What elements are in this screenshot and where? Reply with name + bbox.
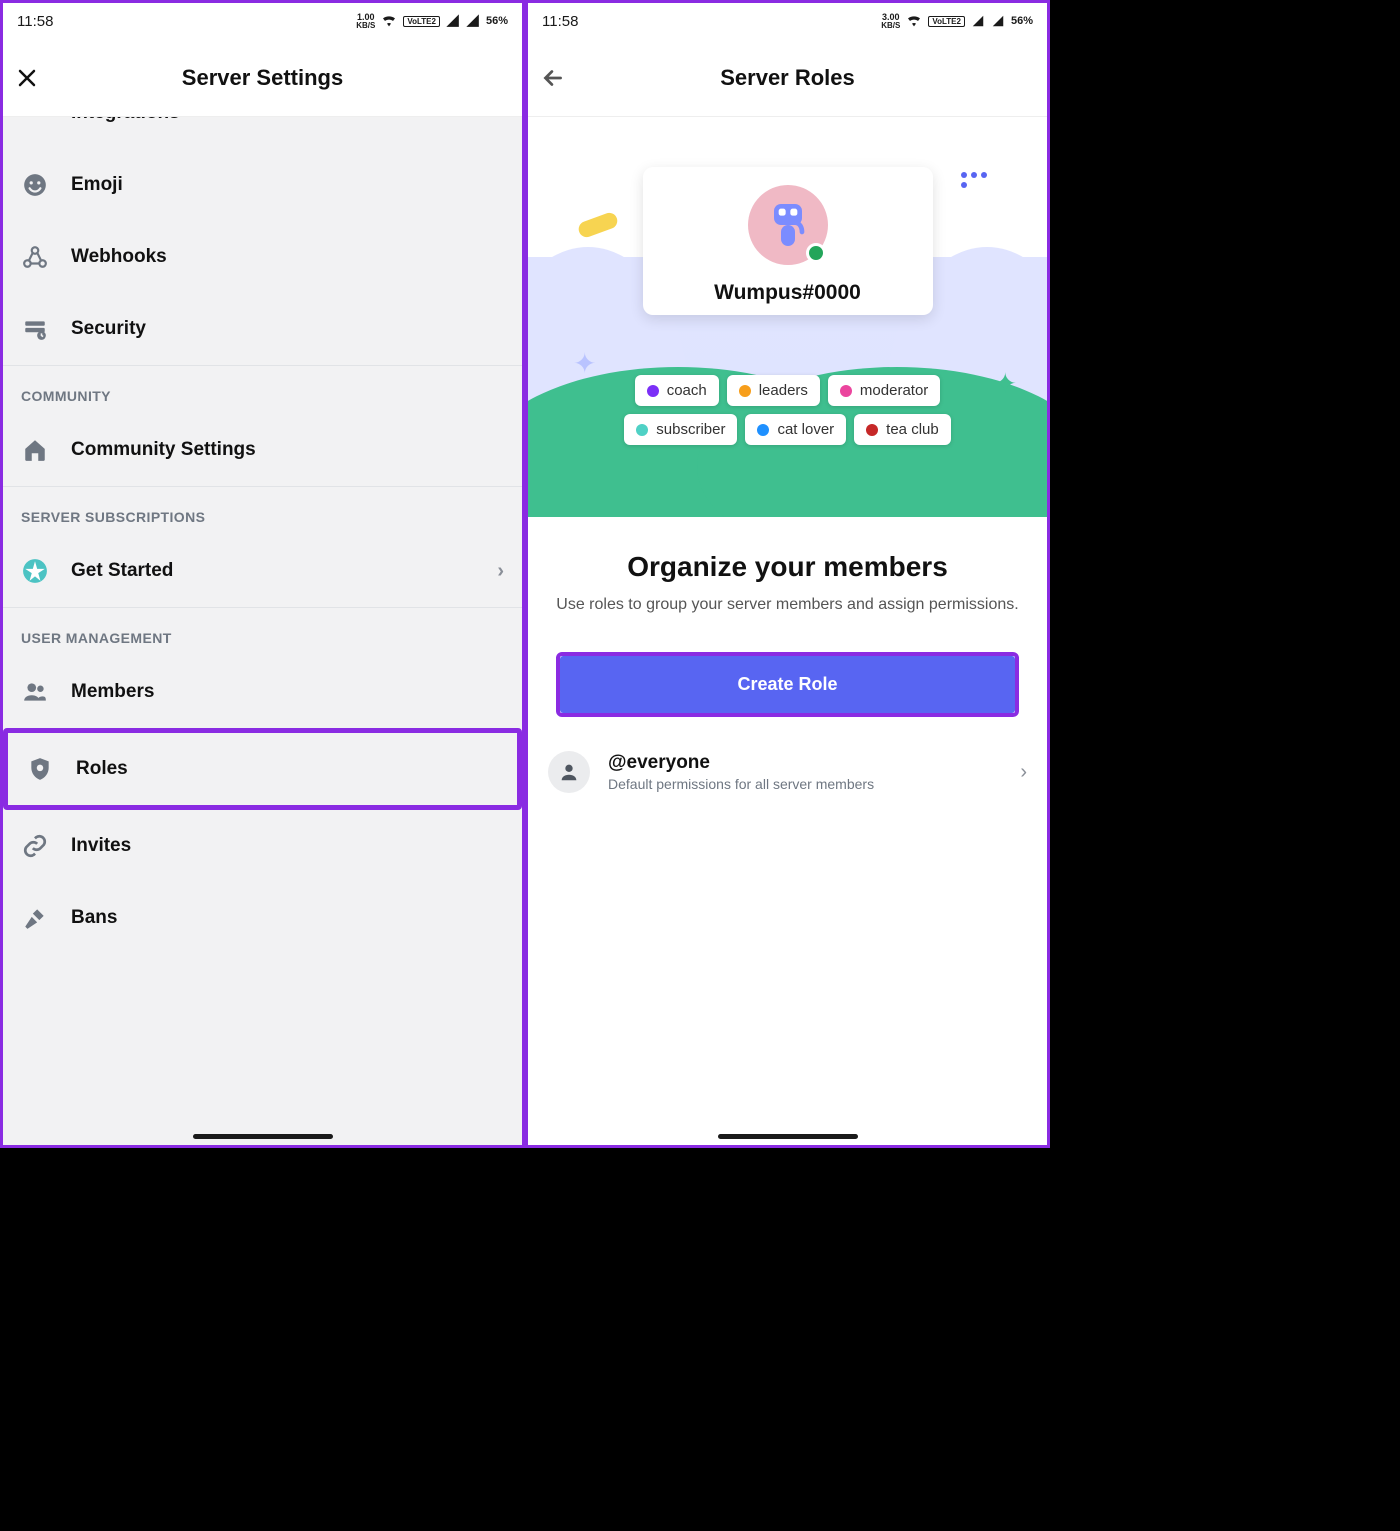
item-label: Community Settings — [71, 439, 256, 461]
highlight-roles: Roles — [3, 728, 522, 810]
volte-icon: VoLTE2 — [403, 16, 440, 27]
signal-icon — [466, 14, 480, 28]
item-label: Roles — [76, 758, 128, 780]
wifi-icon — [381, 13, 397, 29]
chevron-right-icon: › — [497, 560, 504, 583]
intro-section: Organize your members Use roles to group… — [528, 517, 1047, 638]
close-button[interactable] — [15, 66, 39, 90]
emoji-icon — [21, 171, 49, 199]
role-badges: coach leaders moderator subscriber cat lover… — [588, 375, 988, 445]
status-dot — [806, 243, 826, 263]
clock: 11:58 — [542, 13, 578, 30]
settings-item-bans[interactable]: Bans — [3, 882, 522, 954]
settings-list[interactable]: Integrations Emoji Webhooks Security COM… — [3, 117, 522, 1145]
role-badge: leaders — [727, 375, 820, 406]
intro-subtitle: Use roles to group your server members a… — [556, 593, 1019, 616]
settings-item-integrations[interactable]: Integrations — [3, 117, 522, 149]
star-icon — [21, 557, 49, 585]
item-label: Invites — [71, 835, 131, 857]
item-label: Get Started — [71, 560, 173, 582]
hero-illustration: ✦ ✦ Wumpus#0000 coachleadersmoderatorsub… — [528, 117, 1047, 517]
wifi-icon — [906, 13, 922, 29]
gamepad-icon — [21, 117, 49, 127]
page-title: Server Settings — [3, 65, 522, 91]
settings-item-get-started[interactable]: Get Started › — [3, 535, 522, 607]
settings-item-security[interactable]: Security — [3, 293, 522, 365]
page-title: Server Roles — [528, 65, 1047, 91]
role-name: @everyone — [608, 752, 1002, 774]
signal-icon — [446, 14, 460, 28]
role-subtitle: Default permissions for all server membe… — [608, 776, 1002, 792]
status-bar: 11:58 1.00KB/S VoLTE2 56% — [3, 3, 522, 39]
nav-handle — [718, 1134, 858, 1139]
role-badge: moderator — [828, 375, 940, 406]
roles-content[interactable]: ✦ ✦ Wumpus#0000 coachleadersmoderatorsub… — [528, 117, 1047, 1145]
clock: 11:58 — [17, 13, 53, 30]
decoration-dots — [961, 172, 987, 188]
item-label: Security — [71, 318, 146, 340]
security-icon — [21, 315, 49, 343]
settings-item-webhooks[interactable]: Webhooks — [3, 221, 522, 293]
settings-item-community-settings[interactable]: Community Settings — [3, 414, 522, 486]
item-label: Webhooks — [71, 246, 167, 268]
battery-text: 56% — [1011, 15, 1033, 27]
hammer-icon — [21, 904, 49, 932]
house-icon — [21, 436, 49, 464]
app-header: Server Roles — [528, 39, 1047, 117]
members-icon — [21, 678, 49, 706]
app-header: Server Settings — [3, 39, 522, 117]
item-label: Members — [71, 681, 154, 703]
member-name: Wumpus#0000 — [714, 281, 861, 305]
settings-item-roles[interactable]: Roles — [8, 733, 517, 805]
settings-item-members[interactable]: Members — [3, 656, 522, 728]
volte-icon: VoLTE2 — [928, 16, 965, 27]
settings-item-invites[interactable]: Invites — [3, 810, 522, 882]
back-button[interactable] — [540, 65, 566, 91]
battery-text: 56% — [486, 15, 508, 27]
sparkle-icon: ✦ — [994, 367, 1017, 400]
section-header-user-management: USER MANAGEMENT — [3, 608, 522, 656]
screenshot-server-roles: 11:58 3.00KB/S VoLTE2 56% Server Roles ✦… — [525, 0, 1050, 1148]
status-bar: 11:58 3.00KB/S VoLTE2 56% — [528, 3, 1047, 39]
decoration-pill — [576, 211, 619, 240]
role-badge: subscriber — [624, 414, 737, 445]
section-header-subscriptions: SERVER SUBSCRIPTIONS — [3, 487, 522, 535]
intro-title: Organize your members — [556, 551, 1019, 583]
item-label: Bans — [71, 907, 117, 929]
highlight-create-role: Create Role — [556, 652, 1019, 717]
role-badge: tea club — [854, 414, 951, 445]
role-badge: coach — [635, 375, 719, 406]
shield-icon — [26, 755, 54, 783]
nav-handle — [193, 1134, 333, 1139]
section-header-community: COMMUNITY — [3, 366, 522, 414]
create-role-button[interactable]: Create Role — [560, 656, 1015, 713]
webhook-icon — [21, 243, 49, 271]
role-row-everyone[interactable]: @everyone Default permissions for all se… — [528, 725, 1047, 819]
signal-icon — [971, 14, 985, 28]
signal-icon — [991, 14, 1005, 28]
settings-item-emoji[interactable]: Emoji — [3, 149, 522, 221]
chevron-right-icon: › — [1020, 761, 1027, 784]
item-label: Integrations — [71, 117, 180, 124]
link-icon — [21, 832, 49, 860]
item-label: Emoji — [71, 174, 123, 196]
screenshot-server-settings: 11:58 1.00KB/S VoLTE2 56% Server Setting… — [0, 0, 525, 1148]
role-badge: cat lover — [745, 414, 846, 445]
person-icon — [548, 751, 590, 793]
member-card: Wumpus#0000 — [643, 167, 933, 315]
avatar — [748, 185, 828, 265]
